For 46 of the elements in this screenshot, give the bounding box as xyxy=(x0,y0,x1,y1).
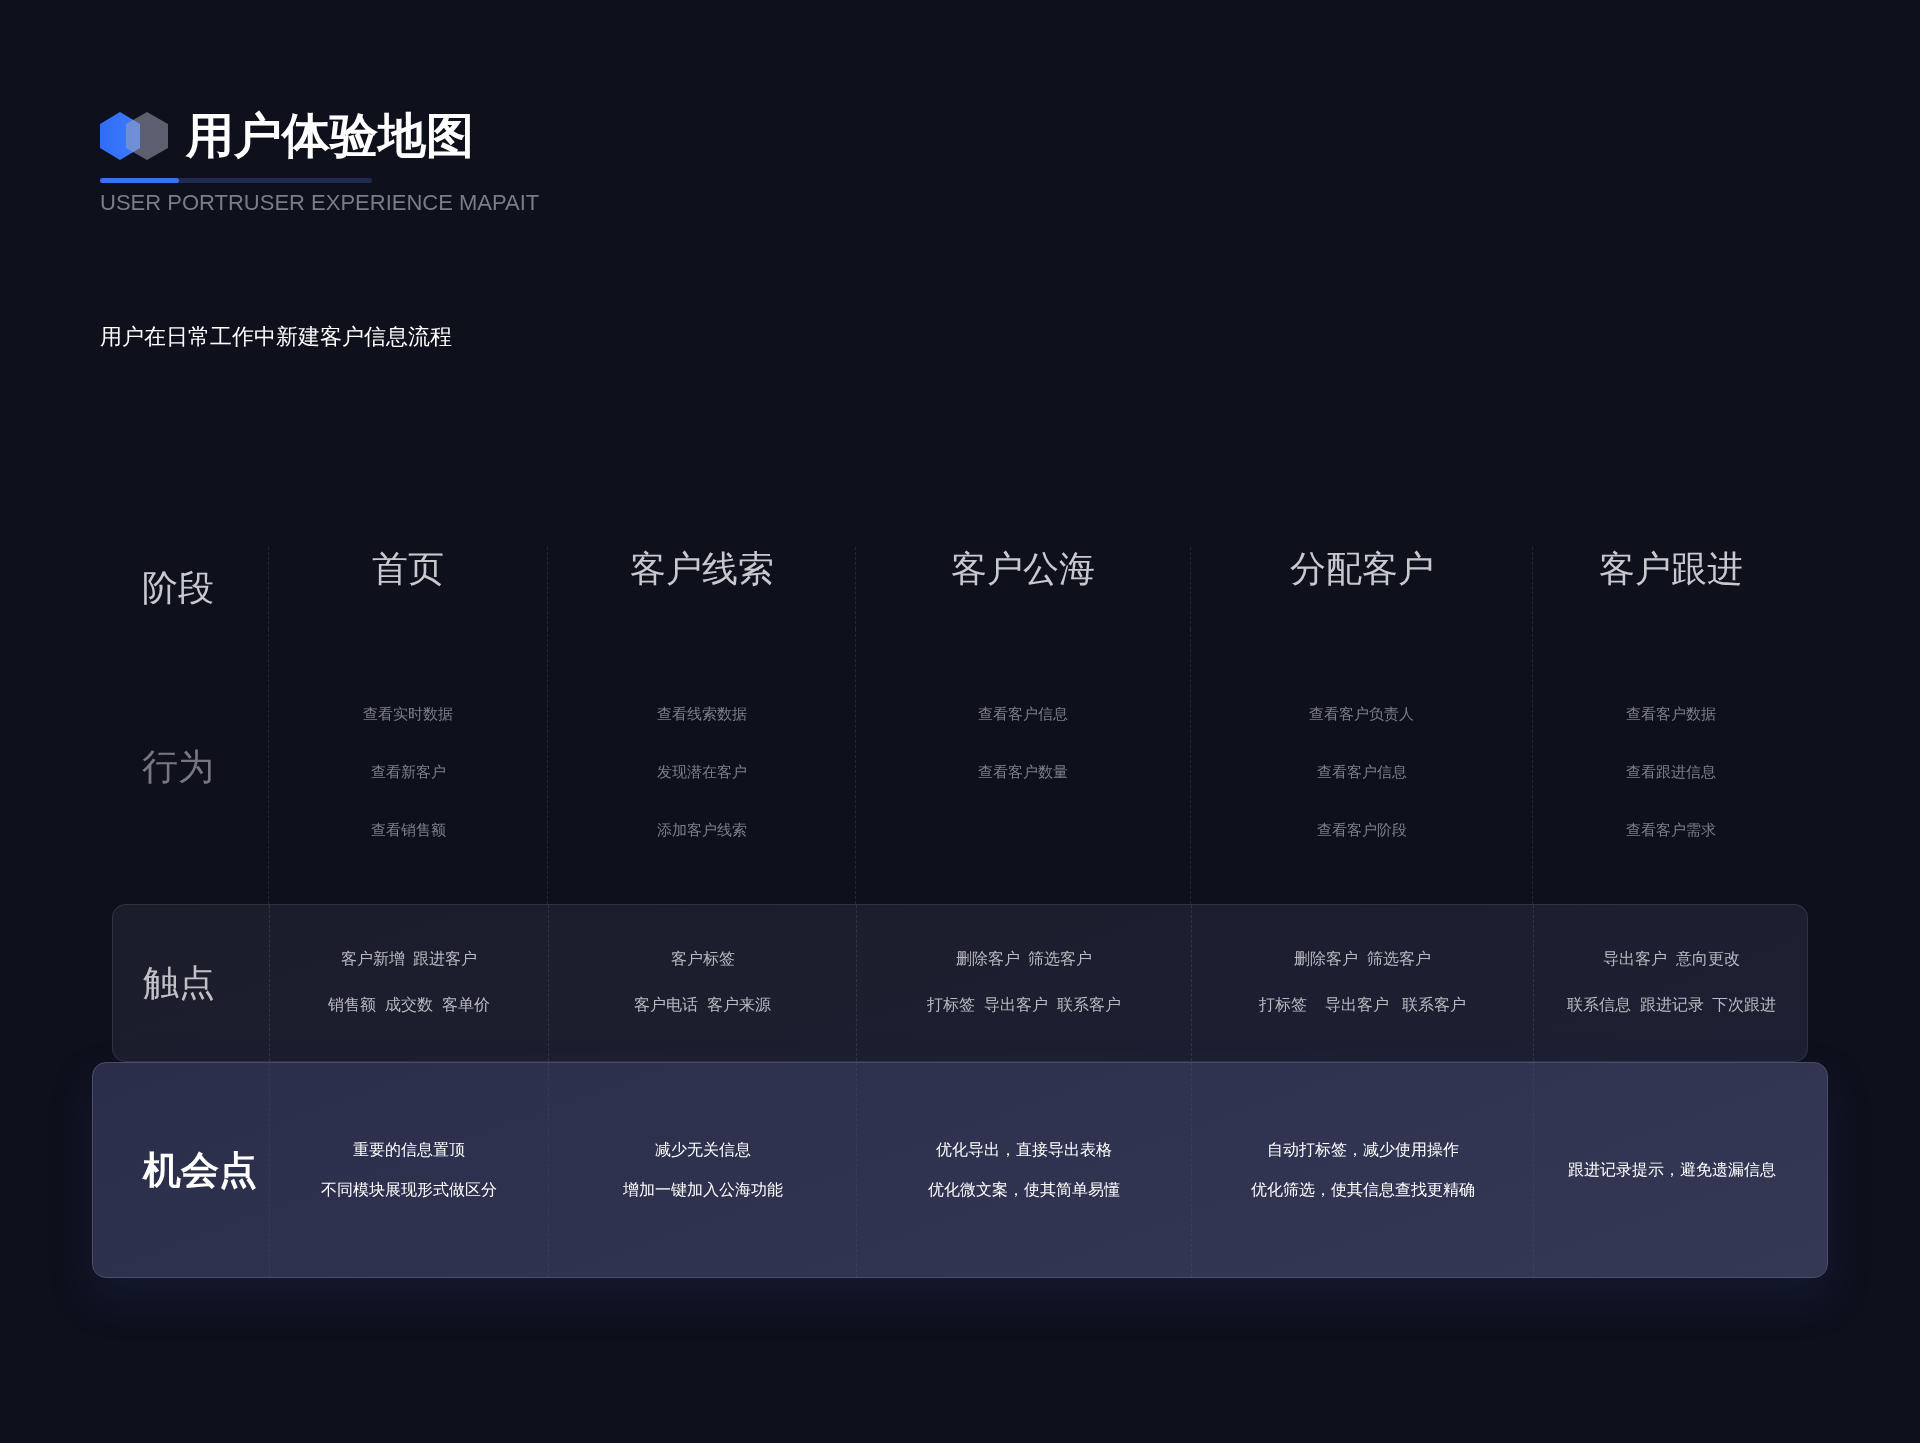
behavior-row-label: 行为 xyxy=(141,744,215,789)
hexagon-logo-icon xyxy=(100,111,170,161)
behavior-item: 查看客户阶段 xyxy=(1316,820,1407,840)
behavior-item: 查看实时数据 xyxy=(363,704,453,724)
opportunity-item: 减少无关信息 xyxy=(654,1140,751,1160)
opportunity-item: 跟进记录提示，避免遗漏信息 xyxy=(1567,1160,1776,1180)
touchpoint-row-label: 触点 xyxy=(142,961,216,1005)
stage-heading: 客户公海 xyxy=(951,547,1095,591)
opportunity-item: 增加一键加入公海功能 xyxy=(622,1180,783,1200)
opportunity-item: 优化筛选，使其信息查找更精确 xyxy=(1250,1180,1475,1200)
opportunity-item: 优化微文案，使其简单易懂 xyxy=(928,1180,1120,1200)
behavior-item: 查看跟进信息 xyxy=(1625,762,1716,782)
touchpoint-item: 删除客户 筛选客户 xyxy=(955,949,1093,969)
behavior-item: 查看新客户 xyxy=(370,762,446,782)
behavior-item: 查看客户需求 xyxy=(1625,820,1716,840)
opportunity-row-label: 机会点 xyxy=(141,1147,258,1193)
subtitle: USER PORTRUSER EXPERIENCE MAPAIT xyxy=(100,189,541,217)
opportunity-item: 优化导出，直接导出表格 xyxy=(936,1140,1112,1160)
stage-heading: 分配客户 xyxy=(1289,547,1434,591)
opportunity-item: 自动打标签，减少使用操作 xyxy=(1266,1140,1459,1160)
behavior-item: 发现潜在客户 xyxy=(656,762,747,782)
stage-heading: 客户跟进 xyxy=(1598,547,1743,591)
behavior-item: 查看客户数据 xyxy=(1625,704,1716,724)
behavior-item: 查看客户信息 xyxy=(978,704,1068,724)
stage-row-label: 阶段 xyxy=(141,566,215,610)
behavior-item: 查看客户负责人 xyxy=(1309,704,1414,724)
stage-heading: 首页 xyxy=(372,547,444,591)
touchpoint-item: 打标签 导出客户 联系客户 xyxy=(927,995,1121,1015)
touchpoint-item: 客户电话 客户来源 xyxy=(634,995,771,1015)
touchpoint-item: 导出客户 意向更改 xyxy=(1603,949,1740,969)
touchpoint-item: 客户新增 跟进客户 xyxy=(340,949,478,969)
touchpoint-item: 联系信息 跟进记录 下次跟进 xyxy=(1566,995,1777,1015)
behavior-item: 查看客户数量 xyxy=(978,762,1068,782)
touchpoint-item: 删除客户 筛选客户 xyxy=(1294,949,1431,969)
opportunity-item: 重要的信息置顶 xyxy=(353,1140,465,1160)
behavior-item: 查看销售额 xyxy=(370,820,446,840)
touchpoint-item: 客户标签 xyxy=(670,949,735,969)
behavior-item: 添加客户线索 xyxy=(656,820,747,840)
description: 用户在日常工作中新建客户信息流程 xyxy=(100,323,453,351)
touchpoint-item: 销售额 成交数 客单价 xyxy=(328,995,490,1015)
stage-heading: 客户线索 xyxy=(629,547,774,591)
page-title: 用户体验地图 xyxy=(186,108,474,164)
behavior-item: 查看线索数据 xyxy=(656,704,747,724)
behavior-item: 查看客户信息 xyxy=(1316,762,1407,782)
opportunity-item: 不同模块展现形式做区分 xyxy=(321,1180,497,1200)
touchpoint-item: 打标签 导出客户 联系客户 xyxy=(1258,995,1467,1015)
